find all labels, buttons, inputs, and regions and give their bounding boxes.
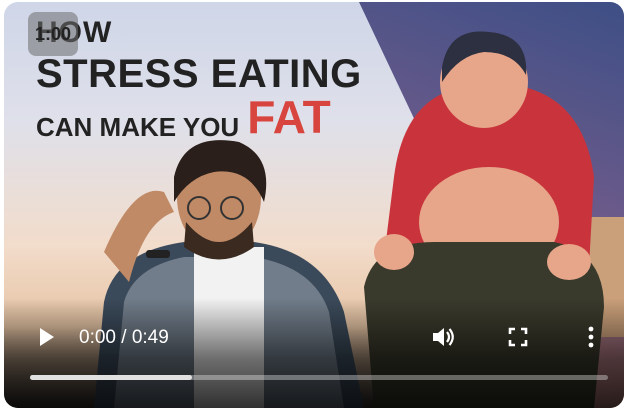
current-time: 0:00 [79,327,116,348]
volume-icon [433,328,454,346]
progress-bar[interactable] [30,375,608,380]
play-button[interactable] [28,315,64,359]
fullscreen-icon [508,327,528,347]
video-player[interactable]: HOW STRESS EATING CAN MAKE YOUFAT 1:00 0… [4,2,624,408]
volume-button[interactable] [424,315,464,359]
title-line-how: HOW [36,18,362,48]
title-line-stress-eating: STRESS EATING [36,52,362,96]
thumbnail-title: HOW STRESS EATING CAN MAKE YOUFAT [36,18,362,143]
title-line-can-make-you: CAN MAKE YOU [36,112,240,142]
player-controls: 0:00 / 0:49 [4,315,624,363]
progress-bar-fill [30,375,192,380]
title-accent-fat: FAT [247,91,331,143]
play-icon [40,328,54,346]
more-vertical-icon [588,326,594,348]
more-options-button[interactable] [574,315,608,359]
duration-badge: 1:00 [28,12,78,56]
time-separator: / [115,327,132,348]
time-display: 0:00 / 0:49 [79,327,169,349]
fullscreen-button[interactable] [498,315,538,359]
duration: 0:49 [131,327,169,348]
